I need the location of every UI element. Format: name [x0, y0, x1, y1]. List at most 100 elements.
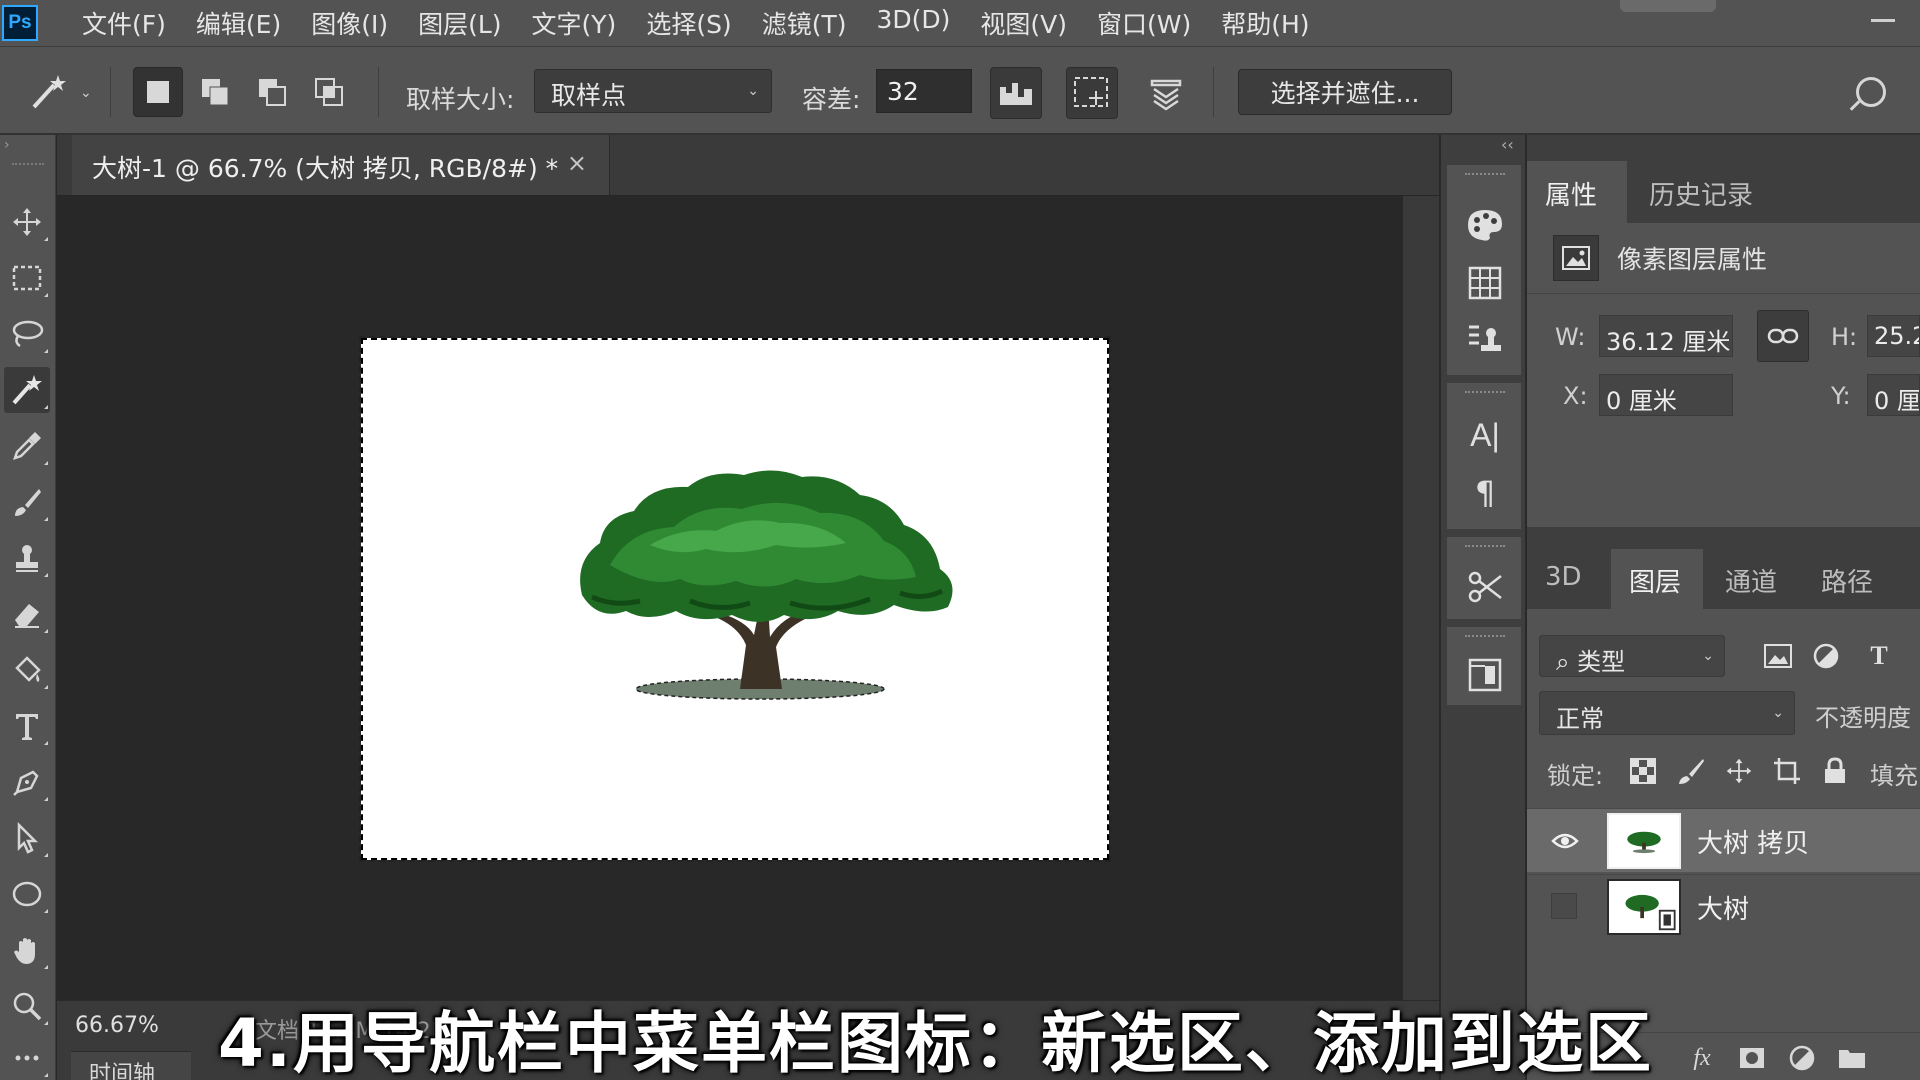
more-tools-icon[interactable] [4, 1035, 50, 1080]
layer-filter-select[interactable]: ⌕ 类型 ⌄ [1539, 635, 1725, 677]
filter-type-icon[interactable]: T [1860, 637, 1898, 675]
menu-image[interactable]: 图像(I) [311, 5, 388, 41]
search-icon[interactable] [1856, 77, 1886, 107]
menu-3d[interactable]: 3D(D) [876, 5, 950, 41]
eyedropper-tool-icon[interactable] [4, 423, 50, 469]
layer-style-fx-icon[interactable]: fx [1685, 1041, 1719, 1075]
layer-row[interactable]: 大树 [1527, 874, 1920, 938]
tab-3d[interactable]: 3D [1527, 549, 1607, 609]
menu-layer[interactable]: 图层(L) [418, 5, 501, 41]
anti-alias-button[interactable] [990, 67, 1042, 119]
panel-dock: ‹‹ A| ¶ [1440, 135, 1526, 1080]
vertical-scrollbar[interactable] [1403, 196, 1439, 1000]
menu-view[interactable]: 视图(V) [980, 5, 1067, 41]
pixel-layer-icon [1553, 235, 1599, 281]
swatches-grid-icon[interactable] [1465, 263, 1505, 303]
character-icon[interactable]: A| [1465, 415, 1505, 455]
hand-tool-icon[interactable] [4, 927, 50, 973]
menu-file[interactable]: 文件(F) [82, 5, 166, 41]
new-group-folder-icon[interactable] [1835, 1041, 1869, 1075]
sample-all-layers-icon [1150, 79, 1182, 111]
menu-help[interactable]: 帮助(H) [1221, 5, 1309, 41]
ellipse-tool-icon[interactable] [4, 871, 50, 917]
paragraph-icon[interactable]: ¶ [1465, 473, 1505, 513]
panel-grip[interactable] [1465, 545, 1505, 551]
lock-transparent-icon[interactable] [1625, 753, 1661, 789]
tool-presets-icon[interactable] [1465, 567, 1505, 607]
tools-panel: › [0, 135, 56, 1080]
lock-position-icon[interactable] [1721, 753, 1757, 789]
minimize-icon[interactable] [1871, 19, 1895, 22]
marquee-tool-icon[interactable] [4, 255, 50, 301]
menu-edit[interactable]: 编辑(E) [196, 5, 281, 41]
width-input[interactable]: 36.12 厘米 [1599, 315, 1733, 357]
collapse-panels-icon[interactable]: ‹‹ [1501, 135, 1514, 154]
collapse-icon[interactable]: › [4, 137, 10, 153]
path-selection-tool-icon[interactable] [4, 815, 50, 861]
clone-source-icon[interactable] [1465, 320, 1505, 360]
sample-all-layers-button[interactable] [1140, 67, 1192, 119]
link-dimensions-icon[interactable] [1757, 310, 1809, 362]
add-to-selection-button[interactable] [190, 67, 240, 117]
menu-select[interactable]: 选择(S) [646, 5, 731, 41]
x-input[interactable]: 0 厘米 [1599, 374, 1733, 416]
filter-pixel-icon[interactable] [1759, 637, 1797, 675]
paint-bucket-tool-icon[interactable] [4, 647, 50, 693]
libraries-icon[interactable] [1465, 655, 1505, 695]
panel-grip[interactable] [1465, 173, 1505, 179]
contiguous-button[interactable] [1066, 67, 1118, 119]
layer-row[interactable]: 大树 拷贝 [1527, 808, 1920, 872]
zoom-tool-icon[interactable] [4, 983, 50, 1029]
menu-type[interactable]: 文字(Y) [532, 5, 617, 41]
y-input[interactable]: 0 厘 [1867, 374, 1920, 416]
timeline-tab[interactable]: 时间轴 [71, 1051, 191, 1080]
zoom-level[interactable]: 66.67% [75, 1013, 159, 1038]
separator [110, 67, 111, 117]
layer-mask-icon[interactable] [1735, 1041, 1769, 1075]
tab-properties[interactable]: 属性 [1527, 161, 1627, 223]
panel-grip[interactable] [1465, 391, 1505, 397]
lock-pixels-brush-icon[interactable] [1673, 753, 1709, 789]
panel-grip[interactable] [1465, 635, 1505, 641]
document-tab[interactable]: 大树-1 @ 66.7% (大树 拷贝, RGB/8#) * × [72, 135, 610, 195]
layer-thumbnail [1607, 879, 1681, 935]
eraser-tool-icon[interactable] [4, 591, 50, 637]
menu-filter[interactable]: 滤镜(T) [762, 5, 847, 41]
close-icon[interactable]: × [567, 149, 587, 177]
tab-channels[interactable]: 通道 [1707, 549, 1799, 609]
blend-mode-select[interactable]: 正常 ⌄ [1539, 691, 1795, 735]
lock-all-icon[interactable] [1817, 753, 1853, 789]
tab-history[interactable]: 历史记录 [1631, 161, 1761, 223]
adjustment-layer-icon[interactable] [1785, 1041, 1819, 1075]
height-input[interactable]: 25.2 [1867, 315, 1920, 357]
brush-tool-icon[interactable] [4, 479, 50, 525]
add-to-selection-icon [202, 79, 229, 106]
intersect-selection-button[interactable] [304, 67, 354, 117]
select-and-mask-button[interactable]: 选择并遮住... [1238, 69, 1452, 115]
filter-value: 类型 [1577, 648, 1626, 676]
menu-window[interactable]: 窗口(W) [1097, 5, 1191, 41]
menu-bar: Ps 文件(F) 编辑(E) 图像(I) 图层(L) 文字(Y) 选择(S) 滤… [0, 0, 1920, 47]
clone-stamp-tool-icon[interactable] [4, 535, 50, 581]
anti-alias-icon [1000, 83, 1032, 105]
tab-layers[interactable]: 图层 [1611, 549, 1703, 609]
lock-artboard-icon[interactable] [1769, 753, 1805, 789]
move-tool-icon[interactable] [4, 199, 50, 245]
sample-size-select[interactable]: 取样点 ⌄ [534, 69, 772, 113]
chevron-down-icon[interactable]: ⌄ [80, 85, 92, 101]
color-palette-icon[interactable] [1465, 205, 1505, 245]
visibility-toggle[interactable] [1551, 893, 1577, 919]
eye-icon[interactable] [1551, 827, 1579, 855]
tolerance-input[interactable]: 32 [876, 69, 972, 113]
magic-wand-tool-icon[interactable] [4, 367, 50, 413]
tab-paths[interactable]: 路径 [1803, 549, 1895, 609]
pen-tool-icon[interactable] [4, 759, 50, 805]
lasso-tool-icon[interactable] [4, 311, 50, 357]
subtract-from-selection-button[interactable] [247, 67, 297, 117]
magic-wand-tool-preset-icon[interactable] [28, 71, 72, 111]
new-selection-button[interactable] [133, 67, 183, 117]
panel-grip[interactable] [12, 163, 44, 169]
type-tool-icon[interactable] [4, 703, 50, 749]
filter-adjustment-icon[interactable] [1807, 637, 1845, 675]
lock-label: 锁定: [1547, 762, 1604, 790]
